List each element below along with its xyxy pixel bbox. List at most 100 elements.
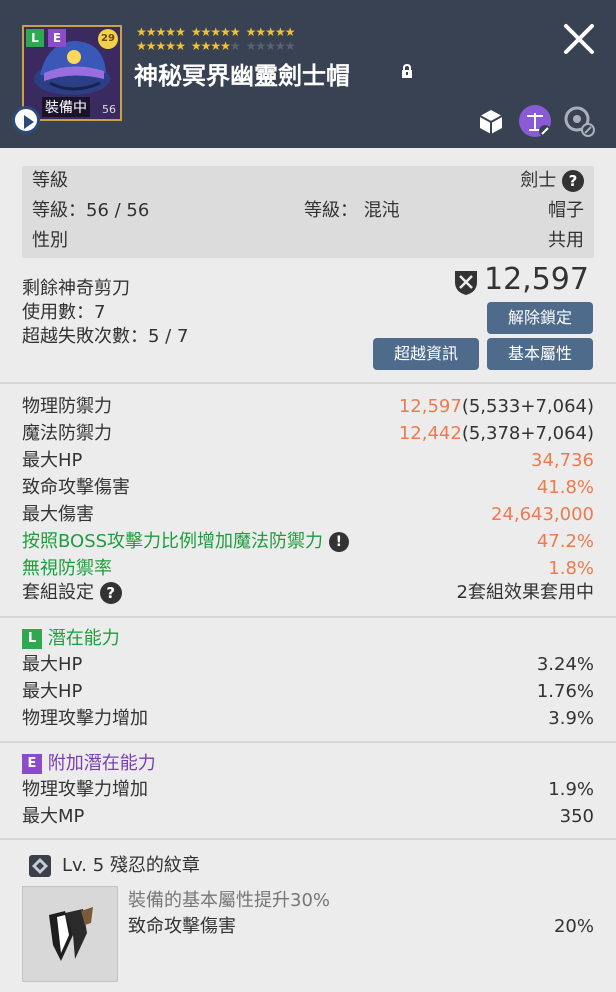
star-icon: ★ (245, 39, 257, 53)
divider (0, 838, 616, 840)
stat-row: 最大傷害 24,643,000 (22, 502, 594, 528)
transcend-info-button[interactable]: 超越資訊 (373, 338, 479, 370)
star-icon: ★ (245, 25, 257, 39)
stat-label: 最大傷害 (22, 504, 94, 525)
fail-row: 超越失敗次數：5 / 7 (22, 324, 322, 350)
stat-label: 物理防禦力 (22, 396, 112, 417)
star-icon: ★ (255, 39, 266, 53)
info-icon[interactable]: ! (328, 532, 349, 552)
emblem-desc-row: 裝備的基本屬性提升30% (128, 888, 594, 914)
emblem-stat-value: 20% (553, 916, 594, 937)
help-icon[interactable]: ? (562, 170, 584, 192)
star-icon: ★ (265, 25, 276, 39)
star-icon: ★ (274, 25, 286, 39)
tier-label: 等級： 混沌 (304, 200, 400, 221)
play-button[interactable] (12, 106, 40, 134)
additional-potential-value: 1.9% (548, 779, 594, 800)
emblem-title-row: Lv. 5 殘忍的紋章 (62, 853, 362, 879)
stat-row: 最大HP 34,736 (22, 448, 594, 474)
stat-value: 47.2% (536, 531, 594, 552)
tier-badge-l: L (22, 629, 42, 649)
star-icon: ★ (210, 39, 221, 53)
balance-scale-icon[interactable] (518, 104, 552, 138)
item-detail-panel: L E 29 裝備中 56 ★★★★★ ★★★★★ ★★★★★ ★★★★★ ★★★★★ ★… (0, 0, 616, 992)
stat-value: 12,442 (398, 423, 462, 444)
stat-label-text: 按照BOSS攻擊力比例增加魔法防禦力 (22, 531, 324, 552)
crossed-swords-shield-icon (455, 271, 477, 295)
tier-badge-e: E (22, 754, 42, 774)
transfer-icon[interactable] (562, 104, 596, 138)
stat-value: 34,736 (531, 450, 594, 471)
level-label: 等級：56 / 56 (32, 200, 150, 221)
set-effect-label: 套組設定 (22, 582, 94, 603)
fail-label: 超越失敗次數：5 / 7 (22, 326, 189, 347)
set-effect-row: 套組設定 ? 2套組效果套用中 (22, 580, 594, 606)
stat-value: 41.8% (536, 477, 594, 498)
potential-value: 3.9% (548, 708, 594, 729)
close-icon[interactable] (560, 20, 598, 58)
uses-row: 使用數：7 (22, 300, 322, 326)
stat-row: 致命攻擊傷害 41.8% (22, 475, 594, 501)
potential-line: 最大HP 1.76% (22, 679, 594, 705)
emblem-stat-row: 致命攻擊傷害 20% (128, 914, 594, 940)
star-icon: ★ (255, 25, 266, 39)
stat-row-green: 按照BOSS攻擊力比例增加魔法防禦力 ! 47.2% (22, 529, 594, 555)
item-icon-frame[interactable]: L E 29 裝備中 56 (22, 25, 122, 121)
requirements-box: 等級 劍士 ? 等級：56 / 56 等級： 混沌 帽子 性別 共用 (22, 166, 594, 258)
star-icon: ★ (155, 39, 167, 53)
potential-label: 物理攻擊力增加 (22, 708, 148, 729)
additional-potential-value: 350 (559, 806, 594, 827)
gender-label: 性別 (32, 230, 68, 251)
star-icon: ★ (284, 25, 296, 39)
set-effect-label-wrap: 套組設定 ? (22, 580, 122, 606)
set-effect-value: 2套組效果套用中 (456, 582, 594, 603)
scissors-label: 剩餘神奇剪刀 (22, 278, 130, 299)
level-row: 等級：56 / 56 等級： 混沌 帽子 (22, 198, 594, 224)
additional-potential-header: E 附加潛在能力 (22, 751, 594, 777)
stat-extra: (5,533+7,064) (461, 396, 594, 417)
job-label: 等級 (32, 170, 68, 191)
stat-value-wrap: 12,597(5,533+7,064) (399, 394, 594, 420)
gender-value: 共用 (548, 230, 584, 251)
potential-line: 物理攻擊力增加 3.9% (22, 706, 594, 732)
star-icon: ★ (175, 25, 186, 39)
potential-section: L 潛在能力 最大HP 3.24% 最大HP 1.76% 物理攻擊力增加 3.9… (22, 626, 594, 736)
item-number: 56 (102, 103, 116, 116)
stats-list: 物理防禦力 12,597(5,533+7,064) 魔法防禦力 12,442(5… (22, 394, 594, 614)
potential-line: 最大HP 3.24% (22, 652, 594, 678)
potential-value: 1.76% (536, 681, 594, 702)
additional-potential-line: 最大MP 350 (22, 804, 594, 830)
potential-label: 最大HP (22, 654, 83, 675)
stat-label: 魔法防禦力 (22, 423, 112, 444)
additional-potential-title-wrap: E 附加潛在能力 (22, 751, 156, 777)
additional-potential-label: 最大MP (22, 806, 85, 827)
star-icon: ★ (274, 39, 286, 53)
star-icon: ★ (210, 25, 221, 39)
tier-badge-e: E (48, 29, 66, 47)
additional-potential-section: E 附加潛在能力 物理攻擊力增加 1.9% 最大MP 350 (22, 751, 594, 831)
emblem-image-box (22, 886, 118, 982)
gender-row: 性別 共用 (22, 228, 594, 254)
star-icon: ★ (155, 25, 167, 39)
stat-label: 致命攻擊傷害 (22, 477, 130, 498)
star-icon: ★ (229, 25, 241, 39)
job-value: 劍士 (520, 170, 557, 191)
emblem-description: 裝備的基本屬性提升30% (128, 890, 331, 911)
box-icon[interactable] (474, 104, 508, 138)
star-icon: ★ (136, 39, 147, 53)
item-name: 神秘冥界幽靈劍士帽 (134, 62, 350, 90)
stat-label: 按照BOSS攻擊力比例增加魔法防禦力 ! (22, 529, 349, 555)
star-icon: ★ (145, 39, 157, 53)
base-stat-button[interactable]: 基本屬性 (487, 338, 593, 370)
stat-row: 魔法防禦力 12,442(5,378+7,064) (22, 421, 594, 447)
potential-value: 3.24% (536, 654, 594, 675)
star-icon: ★ (200, 25, 212, 39)
lock-icon (402, 64, 412, 78)
equipped-tag: 裝備中 (42, 97, 90, 117)
star-icon: ★ (175, 39, 186, 53)
star-icon: ★ (284, 39, 296, 53)
emblem-claw-icon (49, 907, 93, 961)
unlock-button[interactable]: 解除鎖定 (487, 302, 593, 334)
help-icon[interactable]: ? (99, 582, 122, 604)
stat-value: 1.8% (548, 558, 594, 579)
